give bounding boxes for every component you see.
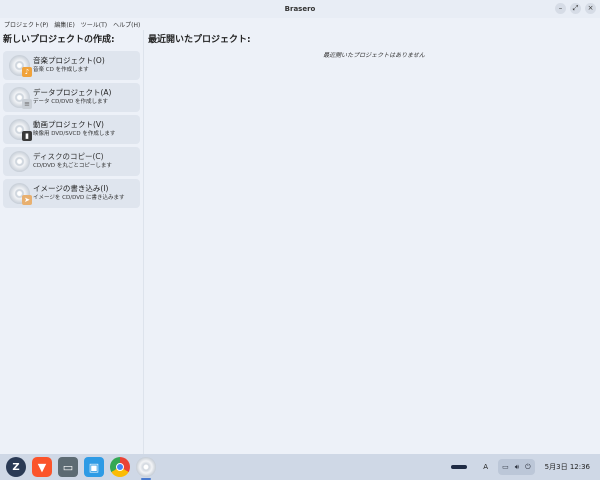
- burn-image-button[interactable]: ➤ イメージの書き込み(I) イメージを CD/DVD に書き込みます: [3, 179, 140, 208]
- date-text: 5月3日: [544, 463, 568, 471]
- recent-projects-heading: 最近開いたプロジェクト:: [148, 35, 251, 45]
- taskbar: Z ▼ ▭ ▣ A ▭ 🔊︎ ⏻ 5月3日 12:36: [0, 454, 600, 480]
- project-desc: データ CD/DVD を作成します: [33, 99, 109, 105]
- new-project-pane: 新しいプロジェクトの作成: ♪ 音楽プロジェクト(O) 音楽 CD を作成します…: [0, 30, 144, 454]
- clock[interactable]: 5月3日 12:36: [545, 462, 590, 472]
- title-bar[interactable]: Brasero – ⤢ ×: [0, 0, 600, 18]
- display-icon: ▭: [502, 463, 509, 471]
- menu-tools[interactable]: ツール(T): [81, 20, 107, 29]
- main-content: 新しいプロジェクトの作成: ♪ 音楽プロジェクト(O) 音楽 CD を作成します…: [0, 30, 600, 454]
- recent-projects-pane: 最近開いたプロジェクト: 最近開いたプロジェクトはありません: [144, 30, 600, 454]
- window-controls: – ⤢ ×: [555, 3, 596, 14]
- copy-disc-button[interactable]: ディスクのコピー(C) CD/DVD を丸ごとコピーします: [3, 147, 140, 176]
- window-title: Brasero: [284, 5, 316, 13]
- input-method-indicator[interactable]: A: [483, 463, 488, 471]
- project-desc: 音楽 CD を作成します: [33, 67, 89, 73]
- project-title: イメージの書き込み(I): [33, 184, 109, 193]
- project-desc: イメージを CD/DVD に書き込みます: [33, 195, 125, 201]
- volume-icon: 🔊︎: [514, 462, 520, 471]
- maximize-button[interactable]: ⤢: [570, 3, 581, 14]
- brasero-window: Brasero – ⤢ × プロジェクト(P) 編集(E) ツール(T) ヘルプ…: [0, 0, 600, 454]
- project-desc: CD/DVD を丸ごとコピーします: [33, 163, 112, 169]
- video-project-button[interactable]: ▮ 動画プロジェクト(V) 映像用 DVD/SVCD を作成します: [3, 115, 140, 144]
- image-burn-icon: ➤: [9, 183, 32, 205]
- menu-edit[interactable]: 編集(E): [54, 20, 74, 29]
- video-disc-icon: ▮: [9, 119, 32, 141]
- no-recent-projects-message: 最近開いたプロジェクトはありません: [323, 52, 425, 59]
- copy-disc-icon: [9, 151, 30, 172]
- project-title: 音楽プロジェクト(O): [33, 56, 105, 65]
- software-store-icon[interactable]: ▣: [84, 457, 104, 477]
- project-title: データプロジェクト(A): [33, 88, 112, 97]
- project-title: ディスクのコピー(C): [33, 152, 104, 161]
- menu-help[interactable]: ヘルプ(H): [113, 20, 140, 29]
- minimize-button[interactable]: –: [555, 3, 566, 14]
- project-desc: 映像用 DVD/SVCD を作成します: [33, 131, 116, 137]
- music-disc-icon: ♪: [9, 55, 32, 77]
- data-disc-icon: ≡: [9, 87, 32, 109]
- system-tray: A ▭ 🔊︎ ⏻ 5月3日 12:36: [451, 454, 600, 480]
- menu-project[interactable]: プロジェクト(P): [4, 20, 48, 29]
- files-icon[interactable]: ▭: [58, 457, 78, 477]
- brave-browser-icon[interactable]: ▼: [32, 457, 52, 477]
- close-button[interactable]: ×: [585, 3, 596, 14]
- power-icon: ⏻: [525, 462, 531, 471]
- data-project-button[interactable]: ≡ データプロジェクト(A) データ CD/DVD を作成します: [3, 83, 140, 112]
- status-menu[interactable]: ▭ 🔊︎ ⏻: [498, 459, 535, 475]
- music-project-button[interactable]: ♪ 音楽プロジェクト(O) 音楽 CD を作成します: [3, 51, 140, 80]
- menu-bar: プロジェクト(P) 編集(E) ツール(T) ヘルプ(H): [0, 18, 600, 30]
- new-project-heading: 新しいプロジェクトの作成:: [3, 35, 115, 45]
- chrome-icon[interactable]: [110, 457, 130, 477]
- workspace-indicator[interactable]: [451, 465, 468, 469]
- zorin-menu-icon[interactable]: Z: [6, 457, 26, 477]
- time-text: 12:36: [569, 463, 590, 471]
- project-title: 動画プロジェクト(V): [33, 120, 104, 129]
- brasero-icon[interactable]: [136, 457, 156, 480]
